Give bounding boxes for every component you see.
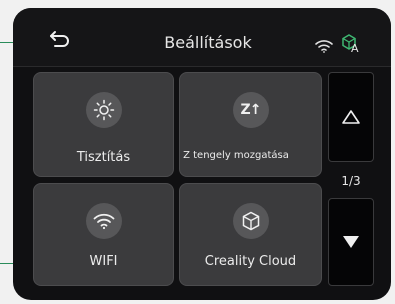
header-bar: Beállítások A (13, 8, 391, 67)
wifi-icon-circle (85, 203, 122, 239)
creality-cloud-label: Creality Cloud (204, 254, 297, 269)
cloud-cube-icon (242, 211, 259, 231)
triangle-down-icon (343, 236, 359, 248)
page-down-button[interactable] (328, 198, 374, 286)
wifi-status-icon (315, 38, 333, 57)
clean-tile[interactable]: Tisztítás (33, 72, 174, 177)
back-button[interactable] (47, 26, 73, 52)
cloud-status-letter: A (351, 42, 359, 55)
wifi-icon (93, 213, 114, 230)
device-screen: Beállítások A Tisztítás Z↑ Z tengely moz… (13, 8, 391, 300)
z-axis-move-label: Z tengely mozgatása (183, 150, 289, 161)
wifi-tile[interactable]: WIFI (33, 183, 174, 286)
z-axis-move-tile[interactable]: Z↑ Z tengely mozgatása (179, 72, 322, 177)
cloud-status-indicator: A (341, 34, 359, 55)
z-axis-icon-circle: Z↑ (232, 92, 269, 128)
page-indicator: 1/3 (341, 174, 361, 188)
clean-icon-circle (85, 92, 122, 128)
cloud-icon-circle (232, 203, 269, 239)
clean-label: Tisztítás (76, 150, 131, 165)
page-up-button[interactable] (328, 72, 374, 162)
creality-cloud-tile[interactable]: Creality Cloud (179, 183, 322, 286)
wifi-label: WIFI (89, 254, 118, 269)
page-title: Beállítások (164, 33, 252, 52)
sun-brightness-icon (93, 99, 114, 121)
triangle-up-icon (342, 110, 360, 124)
z-axis-icon: Z↑ (240, 102, 262, 118)
back-arrow-icon (50, 31, 69, 47)
